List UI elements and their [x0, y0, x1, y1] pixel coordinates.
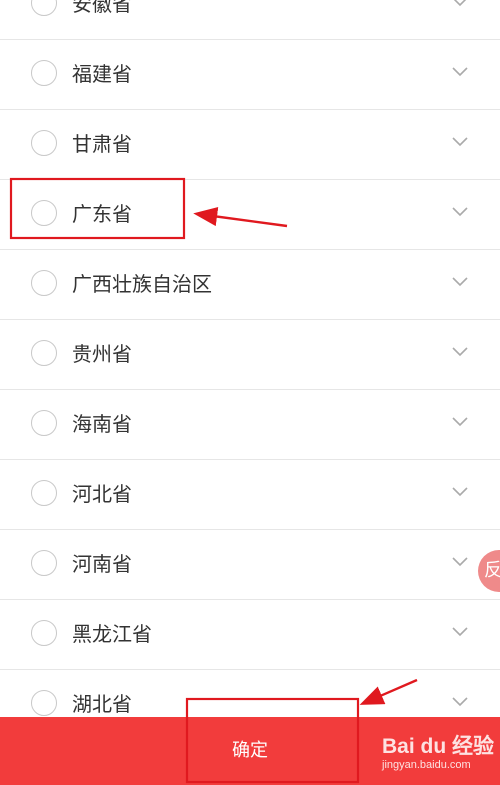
province-label: 湖北省 [72, 692, 132, 716]
confirm-bar: 确定 [0, 717, 500, 785]
radio-circle-icon[interactable] [31, 410, 57, 436]
radio-circle-icon[interactable] [31, 480, 57, 506]
province-row-guangdong[interactable]: 广东省 [0, 180, 500, 250]
province-label: 河南省 [72, 552, 132, 576]
radio-circle-icon[interactable] [31, 0, 57, 16]
chevron-down-icon[interactable] [450, 274, 470, 290]
radio-circle-icon[interactable] [31, 690, 57, 716]
province-row[interactable]: 河北省 [0, 460, 500, 530]
province-label: 安徽省 [72, 0, 132, 16]
radio-circle-icon[interactable] [31, 340, 57, 366]
province-label: 贵州省 [72, 342, 132, 366]
chevron-down-icon[interactable] [450, 204, 470, 220]
chevron-down-icon[interactable] [450, 0, 470, 10]
province-row[interactable]: 甘肃省 [0, 110, 500, 180]
province-label: 广东省 [72, 202, 132, 226]
province-row[interactable]: 河南省 [0, 530, 500, 600]
radio-circle-icon[interactable] [31, 130, 57, 156]
province-row[interactable]: 福建省 [0, 40, 500, 110]
province-list: 安徽省 福建省 甘肃省 广东省 广西壮族自治区 贵州省 海南省 河北省 河南省 … [0, 0, 500, 740]
province-label: 福建省 [72, 62, 132, 86]
chevron-down-icon[interactable] [450, 134, 470, 150]
province-label: 黑龙江省 [72, 622, 152, 646]
chevron-down-icon[interactable] [450, 484, 470, 500]
province-row[interactable]: 贵州省 [0, 320, 500, 390]
province-label: 海南省 [72, 412, 132, 436]
province-picker-screen: 安徽省 福建省 甘肃省 广东省 广西壮族自治区 贵州省 海南省 河北省 河南省 … [0, 0, 500, 785]
province-row[interactable]: 海南省 [0, 390, 500, 460]
province-label: 甘肃省 [72, 132, 132, 156]
radio-circle-icon[interactable] [31, 270, 57, 296]
chevron-down-icon[interactable] [450, 694, 470, 710]
province-label: 河北省 [72, 482, 132, 506]
chevron-down-icon[interactable] [450, 64, 470, 80]
chevron-down-icon[interactable] [450, 414, 470, 430]
confirm-button[interactable]: 确定 [195, 717, 305, 785]
province-row[interactable]: 黑龙江省 [0, 600, 500, 670]
radio-circle-icon[interactable] [31, 550, 57, 576]
province-label: 广西壮族自治区 [72, 272, 212, 296]
chevron-down-icon[interactable] [450, 344, 470, 360]
province-row[interactable]: 安徽省 [0, 0, 500, 40]
radio-circle-icon[interactable] [31, 620, 57, 646]
province-row[interactable]: 广西壮族自治区 [0, 250, 500, 320]
chevron-down-icon[interactable] [450, 554, 470, 570]
radio-circle-icon[interactable] [31, 200, 57, 226]
chevron-down-icon[interactable] [450, 624, 470, 640]
radio-circle-icon[interactable] [31, 60, 57, 86]
